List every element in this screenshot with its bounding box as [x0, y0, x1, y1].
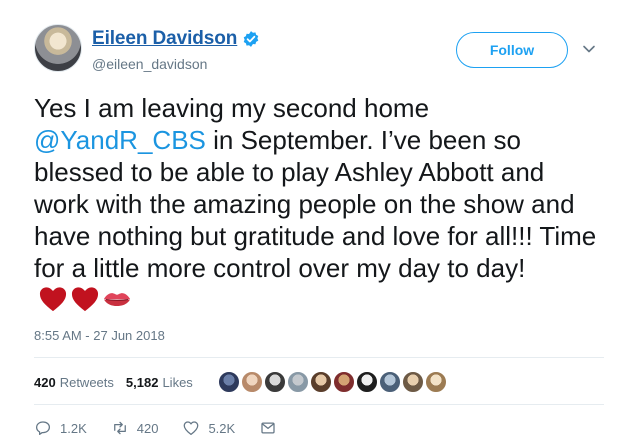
liker-avatar[interactable]	[402, 371, 424, 393]
liker-avatar[interactable]	[379, 371, 401, 393]
verified-badge-icon	[242, 30, 260, 48]
emoji-row	[38, 285, 132, 313]
direct-message-button[interactable]	[259, 419, 285, 437]
like-count: 5.2K	[208, 420, 236, 436]
user-handle[interactable]: @eileen_davidson	[92, 56, 260, 72]
liker-avatar[interactable]	[287, 371, 309, 393]
retweets-count: 420	[34, 374, 56, 390]
envelope-icon	[261, 422, 275, 434]
divider	[34, 357, 604, 358]
likes-stat[interactable]: 5,182 Likes	[126, 375, 193, 390]
author-names: Eileen Davidson @eileen_davidson	[92, 27, 260, 72]
chevron-down-icon[interactable]	[582, 42, 596, 56]
liker-avatar[interactable]	[333, 371, 355, 393]
display-name[interactable]: Eileen Davidson	[92, 28, 237, 50]
tweet-text-start: Yes I am leaving my second home	[34, 93, 430, 123]
reply-count: 1.2K	[60, 420, 87, 436]
reply-icon	[35, 421, 51, 436]
avatar[interactable]	[34, 24, 82, 72]
liker-avatar[interactable]	[310, 371, 332, 393]
heart-icon	[70, 285, 100, 313]
likes-count: 5,182	[125, 374, 159, 390]
liker-avatar[interactable]	[356, 371, 378, 393]
liker-avatar[interactable]	[264, 371, 286, 393]
engagement-stats: 420 Retweets 5,182 Likes	[34, 370, 205, 394]
likes-label: Likes	[162, 374, 193, 390]
retweets-label: Retweets	[59, 374, 114, 390]
liker-avatar[interactable]	[218, 371, 240, 393]
tweet-text: Yes I am leaving my second home @YandR_C…	[34, 92, 604, 316]
heart-icon	[38, 285, 68, 313]
tweet-card: Eileen Davidson @eileen_davidson Follow …	[0, 0, 623, 446]
liker-avatar[interactable]	[425, 371, 447, 393]
retweet-count: 420	[136, 420, 159, 436]
liker-avatars	[218, 371, 448, 393]
follow-button[interactable]: Follow	[456, 32, 568, 68]
retweet-icon	[113, 421, 126, 435]
tweet-header: Eileen Davidson @eileen_davidson Follow	[34, 24, 604, 76]
kiss-icon	[102, 285, 132, 313]
tweet-timestamp[interactable]: 8:55 AM - 27 Jun 2018	[34, 328, 165, 343]
reply-button[interactable]: 1.2K	[34, 419, 87, 437]
tweet-actions: 1.2K 420 5.2K	[34, 416, 309, 440]
divider	[34, 404, 604, 405]
mention-link[interactable]: @YandR_CBS	[34, 125, 206, 155]
liker-avatar[interactable]	[241, 371, 263, 393]
heart-outline-icon	[184, 421, 199, 436]
retweet-button[interactable]: 420	[111, 419, 159, 437]
display-name-row: Eileen Davidson	[92, 27, 260, 51]
retweets-stat[interactable]: 420 Retweets	[34, 375, 114, 390]
like-button[interactable]: 5.2K	[182, 419, 235, 437]
